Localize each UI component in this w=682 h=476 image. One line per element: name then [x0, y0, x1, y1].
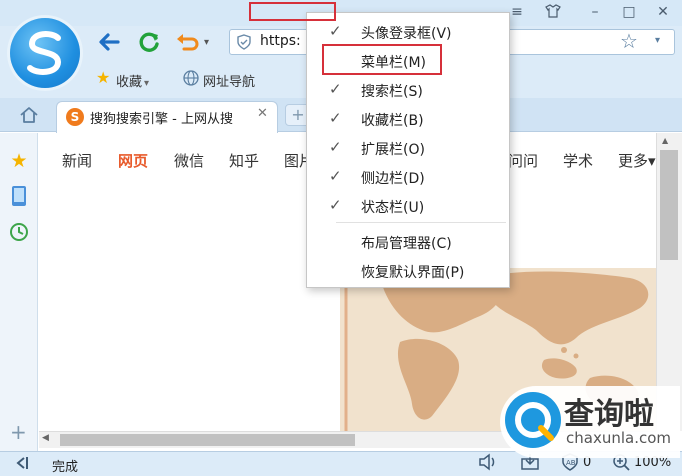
nav-tab-wenwen[interactable]: 问问	[508, 150, 538, 171]
sidebar-clock-icon[interactable]	[8, 222, 30, 244]
scroll-left-icon[interactable]: ◀	[42, 433, 49, 443]
chevron-down-icon: ▾	[144, 78, 150, 89]
menu-item-favoritesbar[interactable]: ✓ 收藏栏(B)	[307, 104, 509, 133]
refresh-icon	[139, 32, 159, 52]
sidebar-add-button[interactable]: +	[10, 420, 27, 444]
refresh-button[interactable]	[136, 29, 162, 55]
menu-icon[interactable]: ≡	[508, 4, 526, 20]
menu-item-avatar-login[interactable]: ✓ 头像登录框(V)	[307, 17, 509, 46]
tab-title[interactable]: 搜狗搜索引擎 - 上网从搜	[90, 108, 250, 127]
vertical-scroll-thumb[interactable]	[660, 150, 678, 260]
home-icon[interactable]	[18, 104, 40, 126]
menu-item-label: 收藏栏(B)	[361, 113, 424, 129]
maximize-button[interactable]: □	[620, 4, 638, 20]
favorites-star-icon: ★	[96, 68, 111, 87]
nav-tab-more[interactable]: 更多▾	[618, 150, 656, 171]
back-arrow-icon	[99, 33, 120, 51]
nav-tab-weixin[interactable]: 微信	[174, 150, 204, 171]
menu-item-searchbar[interactable]: ✓ 搜索栏(S)	[307, 75, 509, 104]
sidebar	[0, 133, 38, 451]
menu-item-label: 头像登录框(V)	[361, 26, 452, 42]
nav-tab-news[interactable]: 新闻	[62, 150, 92, 171]
tab-close-icon[interactable]: ✕	[257, 106, 268, 121]
nav-tab-scholar[interactable]: 学术	[563, 150, 593, 171]
sogou-s-icon	[27, 31, 62, 75]
menu-item-sidebar[interactable]: ✓ 侧边栏(D)	[307, 162, 509, 191]
menu-item-label: 侧边栏(D)	[361, 171, 425, 187]
watermark-logo-icon	[505, 392, 561, 448]
watermark-brand: 查询啦	[564, 397, 654, 432]
skin-icon[interactable]	[544, 4, 562, 20]
sogou-favicon-icon: S	[66, 108, 84, 126]
menu-item-label: 布局管理器(C)	[361, 236, 452, 252]
undo-icon	[177, 34, 199, 51]
back-button[interactable]	[96, 29, 122, 55]
site-nav-link[interactable]: 网址导航	[203, 71, 255, 90]
svg-text:AB: AB	[566, 459, 576, 467]
highlight-box-titlebar	[249, 2, 336, 21]
menu-item-label: 恢复默认界面(P)	[361, 265, 465, 281]
checkmark-icon: ✓	[329, 138, 342, 156]
undo-close-button[interactable]	[174, 29, 200, 55]
address-dropdown-icon[interactable]: ▾	[655, 35, 660, 46]
checkmark-icon: ✓	[329, 167, 342, 185]
checkmark-icon: ✓	[329, 109, 342, 127]
nav-tab-web[interactable]: 网页	[118, 150, 148, 171]
scroll-up-icon[interactable]: ▲	[662, 136, 668, 145]
sidebar-favorites-star-icon[interactable]: ★	[8, 150, 30, 172]
minimize-button[interactable]: –	[586, 4, 604, 20]
watermark-url: chaxunla.com	[566, 429, 671, 447]
globe-icon	[182, 69, 200, 87]
menu-item-restore-default[interactable]: 恢复默认界面(P)	[307, 256, 509, 285]
nav-tab-zhihu[interactable]: 知乎	[229, 150, 259, 171]
horizontal-scroll-thumb[interactable]	[60, 434, 355, 446]
bookmark-star-icon[interactable]: ☆	[620, 29, 638, 53]
favorites-menu[interactable]: 收藏 ▾	[116, 71, 149, 90]
url-text[interactable]: https:	[260, 33, 301, 49]
volume-icon[interactable]	[478, 453, 498, 475]
menu-item-label: 搜索栏(S)	[361, 84, 423, 100]
checkmark-icon: ✓	[329, 196, 342, 214]
checkmark-icon: ✓	[329, 80, 342, 98]
menu-item-label: 扩展栏(O)	[361, 142, 425, 158]
panel-toggle-icon[interactable]	[12, 455, 32, 471]
menu-separator	[336, 222, 506, 223]
menu-item-label: 状态栏(U)	[361, 200, 425, 216]
menu-item-statusbar[interactable]: ✓ 状态栏(U)	[307, 191, 509, 220]
sidebar-tablet-icon[interactable]	[8, 185, 30, 207]
menu-item-layout-manager[interactable]: 布局管理器(C)	[307, 227, 509, 256]
menu-item-extensionbar[interactable]: ✓ 扩展栏(O)	[307, 133, 509, 162]
checkmark-icon: ✓	[329, 22, 342, 40]
favorites-label: 收藏	[116, 75, 143, 90]
highlight-box-menubar	[322, 44, 442, 75]
status-text: 完成	[52, 460, 79, 475]
close-window-button[interactable]: ✕	[654, 4, 672, 20]
undo-dropdown-icon[interactable]: ▾	[204, 37, 209, 48]
sogou-browser-logo[interactable]	[10, 18, 80, 88]
shield-icon[interactable]	[236, 34, 252, 50]
